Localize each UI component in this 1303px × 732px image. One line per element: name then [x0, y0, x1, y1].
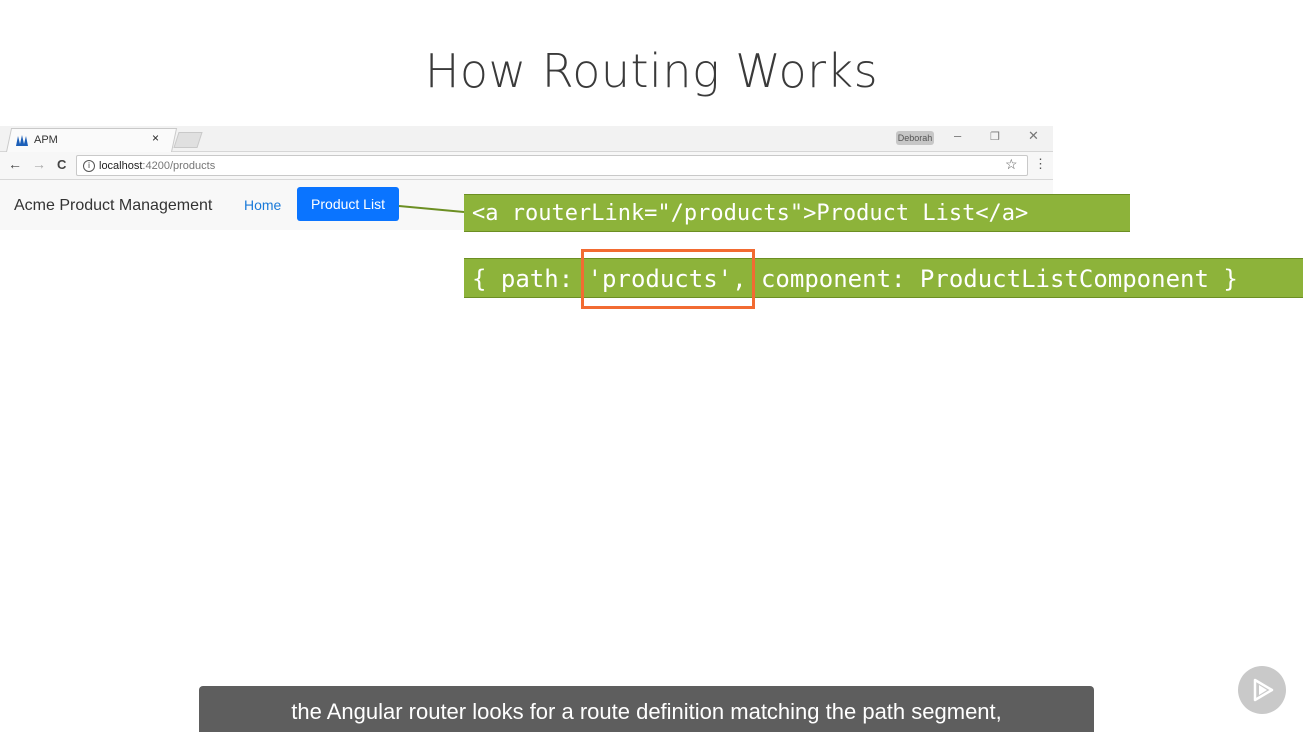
caption: the Angular router looks for a route def…	[199, 686, 1094, 732]
play-badge	[1238, 666, 1286, 714]
play-icon	[1253, 678, 1274, 702]
path-highlight-box	[581, 249, 755, 309]
router-link-code: <a routerLink="/products">Product List</…	[464, 194, 1130, 232]
callout-connector	[398, 205, 465, 213]
